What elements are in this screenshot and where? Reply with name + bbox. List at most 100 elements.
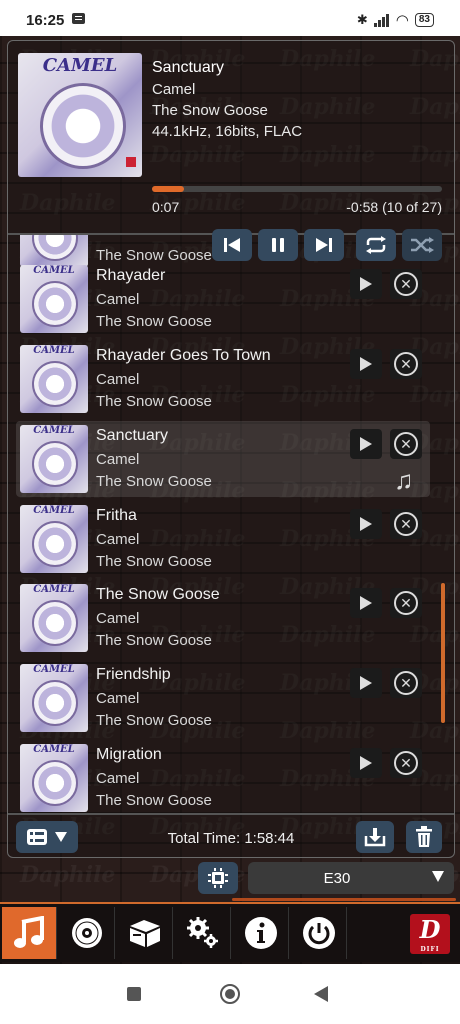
status-icons: ✱ ◠ 83	[357, 11, 434, 29]
queue-row[interactable]: CAMEL Fritha Camel The Snow Goose ✕	[16, 501, 430, 577]
music-icon	[14, 916, 44, 948]
track-album: The Snow Goose	[96, 313, 212, 330]
remove-track-button[interactable]: ✕	[390, 429, 422, 459]
playlist-footer: Total Time: 1:58:44	[8, 813, 454, 859]
track-cover: CAMEL	[20, 744, 88, 812]
cover-logo: CAMEL	[33, 744, 75, 755]
recents-button[interactable]	[127, 987, 141, 1001]
player-select[interactable]: E30	[248, 862, 454, 894]
queue-row[interactable]: CAMEL Friendship Camel The Snow Goose ✕	[16, 660, 430, 736]
now-playing-cover[interactable]: CAMEL	[18, 53, 142, 177]
track-cover: CAMEL	[20, 664, 88, 732]
queue-list[interactable]: CAMEL The Snow Goose ✕ CAMEL Rhayader Camel Th…	[8, 235, 454, 813]
close-icon: ✕	[394, 751, 418, 775]
play-track-button[interactable]	[350, 269, 382, 299]
elapsed-time: 0:07	[152, 199, 180, 215]
remove-track-button[interactable]: ✕	[390, 588, 422, 618]
queue-row[interactable]: CAMEL Migration Camel The Snow Goose ✕	[16, 740, 430, 813]
bluetooth-icon: ✱	[356, 12, 368, 27]
track-cover: CAMEL	[20, 505, 88, 573]
cover-logo: CAMEL	[33, 265, 75, 276]
play-track-button[interactable]	[350, 668, 382, 698]
remove-track-button[interactable]: ✕	[390, 668, 422, 698]
cover-art-goose	[32, 760, 78, 806]
play-track-button[interactable]	[350, 588, 382, 618]
track-cover: CAMEL	[20, 265, 88, 333]
nav-info[interactable]	[234, 907, 289, 959]
track-artist: Camel	[96, 531, 140, 548]
clear-playlist-button[interactable]	[406, 821, 442, 853]
bottom-nav: D DIFI	[0, 902, 460, 962]
save-playlist-button[interactable]	[356, 821, 394, 853]
track-title: Rhayader	[96, 267, 166, 284]
wifi-icon: ◠	[395, 12, 409, 29]
track-artist: Camel	[96, 371, 140, 388]
close-icon: ✕	[394, 352, 418, 376]
queue-row[interactable]: CAMEL Rhayader Camel The Snow Goose ✕	[16, 261, 430, 337]
track-album: The Snow Goose	[96, 473, 212, 490]
track-title: Friendship	[96, 666, 171, 683]
track-artist: Camel	[96, 770, 140, 787]
status-bar: 16:25 ✱ ◠ 83	[0, 0, 460, 36]
player-select-value: E30	[323, 870, 351, 887]
track-album: The Snow Goose	[96, 632, 212, 649]
queue-row[interactable]: CAMEL The Snow Goose Camel The Snow Goose ✕	[16, 580, 430, 656]
nav-library[interactable]	[60, 907, 115, 959]
cover-logo: CAMEL	[33, 664, 75, 675]
progress-bar[interactable]	[152, 186, 442, 192]
play-icon	[360, 277, 372, 291]
track-cover: CAMEL	[20, 345, 88, 413]
track-title: Sanctuary	[96, 427, 169, 444]
play-track-button[interactable]	[350, 429, 382, 459]
track-artist: Camel	[96, 451, 140, 468]
nav-music[interactable]	[2, 907, 57, 959]
cover-logo: CAMEL	[33, 345, 75, 356]
box-icon	[130, 920, 160, 947]
now-playing-format: 44.1kHz, 16bits, FLAC	[152, 123, 303, 140]
remove-track-button[interactable]: ✕	[390, 509, 422, 539]
cover-art-goose	[32, 441, 78, 487]
gears-icon	[187, 917, 218, 948]
close-icon: ✕	[394, 272, 418, 296]
brand-subtext: DIFI	[420, 946, 440, 953]
brand-logo[interactable]: D DIFI	[410, 914, 450, 954]
notification-icon	[72, 13, 85, 24]
track-title: Fritha	[96, 507, 137, 524]
play-track-button[interactable]	[350, 349, 382, 379]
track-artist: Camel	[96, 690, 140, 707]
track-artist: Camel	[96, 291, 140, 308]
power-icon	[303, 917, 335, 949]
cover-art-goose	[32, 680, 78, 726]
close-icon: ✕	[394, 591, 418, 615]
nav-sources[interactable]	[118, 907, 173, 959]
track-cover: CAMEL	[20, 584, 88, 652]
cover-logo: CAMEL	[33, 425, 75, 436]
home-button[interactable]	[220, 984, 240, 1004]
player-settings-button[interactable]	[198, 862, 238, 894]
play-icon	[360, 596, 372, 610]
cover-logo: CAMEL	[33, 505, 75, 516]
disc-icon	[72, 918, 102, 948]
list-scrollbar[interactable]	[441, 583, 445, 723]
back-button[interactable]	[314, 986, 328, 1002]
track-position: (10 of 27)	[382, 199, 442, 215]
play-icon	[360, 357, 372, 371]
cover-art-goose	[32, 600, 78, 646]
track-title: The Snow Goose	[96, 586, 220, 603]
play-track-button[interactable]	[350, 509, 382, 539]
play-track-button[interactable]	[350, 748, 382, 778]
cover-logo: CAMEL	[42, 55, 118, 76]
now-playing: CAMEL Sanctuary Camel The Snow Goose 44.…	[8, 41, 454, 261]
watermark-text: Daphile	[20, 862, 116, 888]
remove-track-button[interactable]: ✕	[390, 269, 422, 299]
nav-power[interactable]	[292, 907, 347, 959]
queue-row[interactable]: CAMEL Rhayader Goes To Town Camel The Snow …	[16, 341, 430, 417]
play-icon	[360, 517, 372, 531]
remove-track-button[interactable]: ✕	[390, 748, 422, 778]
track-artist: Camel	[96, 610, 140, 627]
cover-art-goose	[32, 235, 78, 261]
cover-art-goose	[40, 83, 126, 169]
nav-settings[interactable]	[176, 907, 231, 959]
queue-row[interactable]: CAMEL Sanctuary Camel The Snow Goose ✕ ♫	[16, 421, 430, 497]
remove-track-button[interactable]: ✕	[390, 349, 422, 379]
